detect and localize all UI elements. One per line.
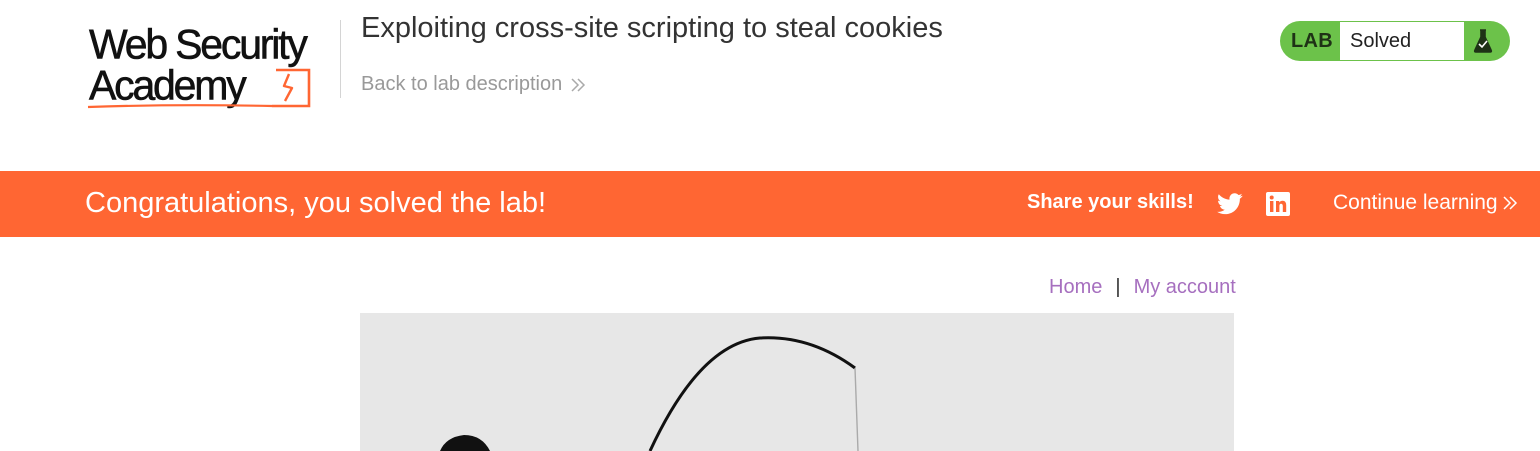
lab-status-state: Solved xyxy=(1340,22,1464,60)
solved-banner: Congratulations, you solved the lab! Sha… xyxy=(0,171,1540,237)
nav-separator: | xyxy=(1115,276,1121,298)
lightning-bracket-icon xyxy=(87,68,311,109)
web-security-academy-logo[interactable]: Web Security Academy xyxy=(86,18,340,112)
linkedin-icon[interactable] xyxy=(1266,192,1290,216)
top-nav: Home | My account xyxy=(1049,276,1236,299)
back-to-lab-description-link[interactable]: Back to lab description xyxy=(361,73,588,96)
continue-learning-link[interactable]: Continue learning xyxy=(1333,191,1520,215)
nav-home-link[interactable]: Home xyxy=(1049,276,1102,299)
logo-text-line1: Web Security xyxy=(89,20,308,68)
page-header: Web Security Academy Exploiting cross-si… xyxy=(0,0,1540,171)
double-chevron-right-icon xyxy=(1503,196,1517,210)
header-divider xyxy=(340,20,341,98)
nav-my-account-link[interactable]: My account xyxy=(1134,276,1236,299)
congratulations-message: Congratulations, you solved the lab! xyxy=(85,187,547,219)
flask-icon xyxy=(1464,21,1510,61)
lab-title: Exploiting cross-site scripting to steal… xyxy=(361,12,943,44)
fishing-hook-illustration xyxy=(440,336,859,451)
back-link-label: Back to lab description xyxy=(361,73,563,95)
lab-status-widget: LAB Solved xyxy=(1280,21,1510,61)
double-chevron-right-icon xyxy=(571,77,586,92)
continue-learning-label: Continue learning xyxy=(1333,191,1498,214)
share-skills-label: Share your skills! xyxy=(1027,191,1194,213)
twitter-icon[interactable] xyxy=(1217,192,1243,216)
lab-status-label: LAB xyxy=(1290,29,1333,52)
blog-hero-image xyxy=(360,313,1234,451)
